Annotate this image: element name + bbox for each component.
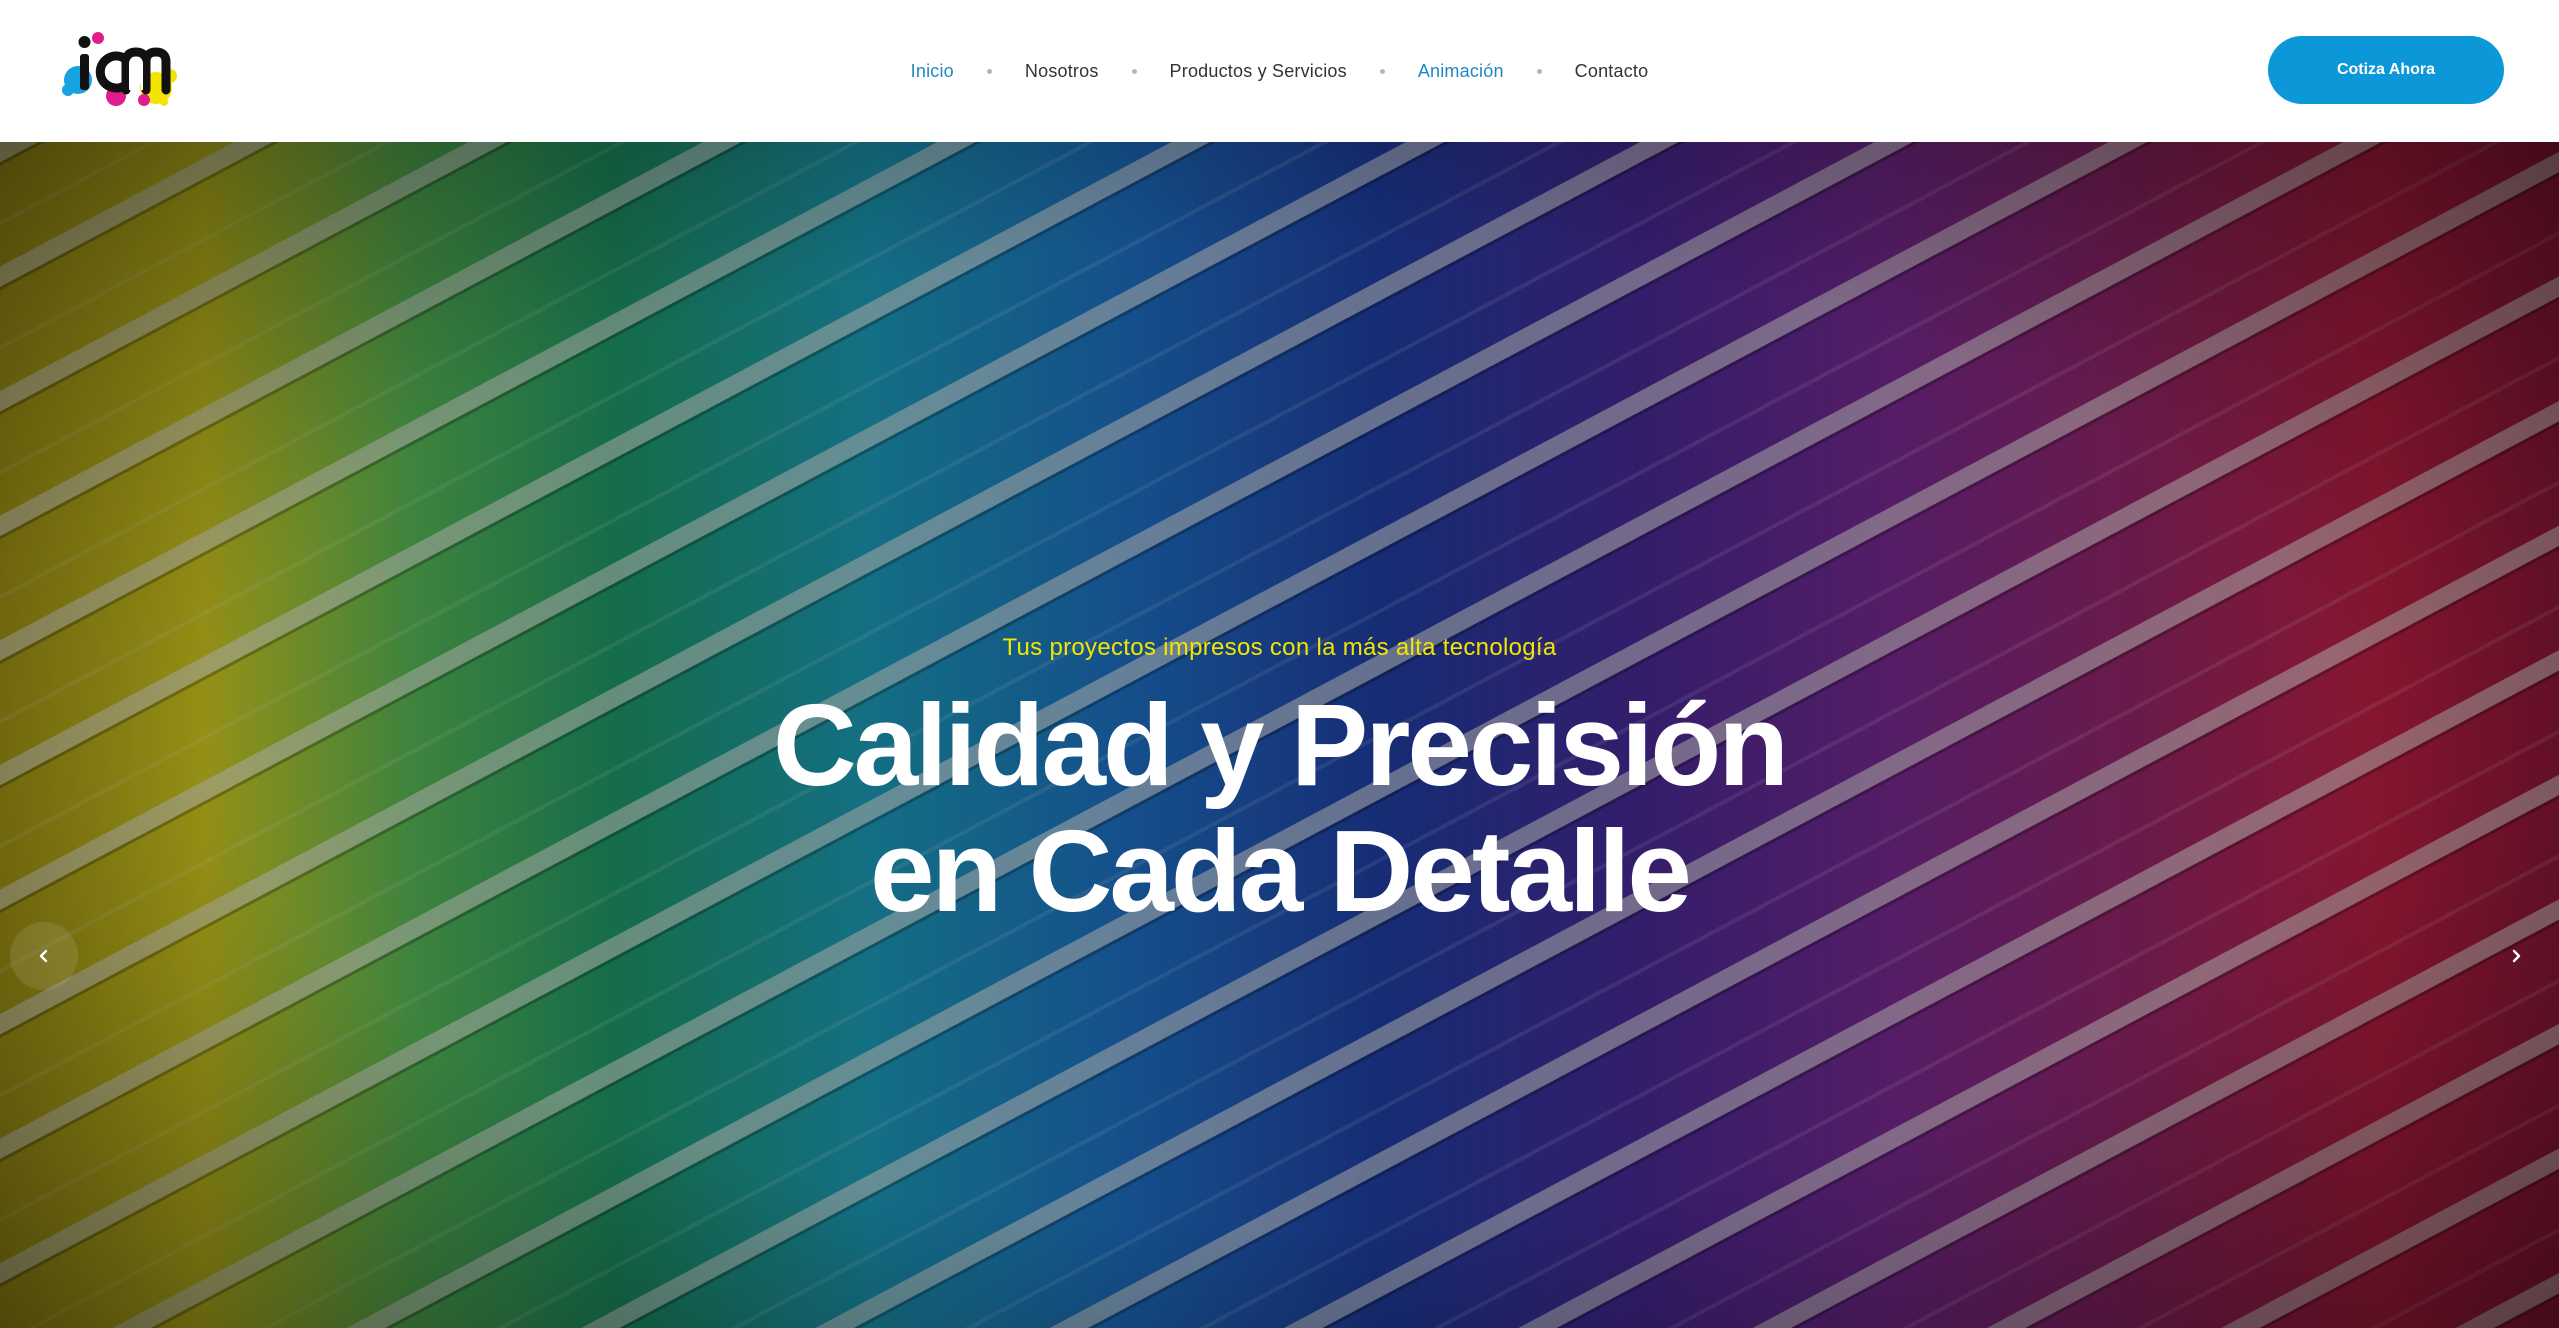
- slider-prev-button[interactable]: [10, 922, 78, 990]
- nav-item-productos-servicios[interactable]: Productos y Servicios: [1170, 61, 1347, 82]
- chevron-right-icon: [2512, 949, 2521, 963]
- nav-separator-dot: [986, 68, 992, 74]
- nav-item-inicio[interactable]: Inicio: [911, 61, 954, 82]
- nav-item-contacto[interactable]: Contacto: [1575, 61, 1649, 82]
- site-header: Inicio Nosotros Productos y Servicios An…: [0, 0, 2559, 142]
- nav-separator-dot: [1536, 68, 1542, 74]
- cotiza-ahora-button[interactable]: Cotiza Ahora: [2268, 36, 2504, 104]
- nav-separator-dot: [1131, 68, 1137, 74]
- hero-content: Tus proyectos impresos con la más alta t…: [0, 142, 2559, 1328]
- nav-separator-dot: [1379, 68, 1385, 74]
- slider-next-button[interactable]: [2482, 922, 2550, 990]
- main-navigation: Inicio Nosotros Productos y Servicios An…: [0, 0, 2559, 142]
- hero-subtitle: Tus proyectos impresos con la más alta t…: [1002, 634, 1557, 661]
- chevron-left-icon: [39, 949, 48, 963]
- nav-item-animacion[interactable]: Animación: [1418, 61, 1504, 82]
- nav-item-nosotros[interactable]: Nosotros: [1025, 61, 1099, 82]
- hero-title-line-2: en Cada Detalle: [870, 806, 1692, 936]
- hero-title-line-1: Calidad y Precisión: [772, 680, 1789, 810]
- hero-slider: Tus proyectos impresos con la más alta t…: [0, 142, 2559, 1328]
- hero-title: Calidad y Precisión en Cada Detalle: [0, 682, 2559, 934]
